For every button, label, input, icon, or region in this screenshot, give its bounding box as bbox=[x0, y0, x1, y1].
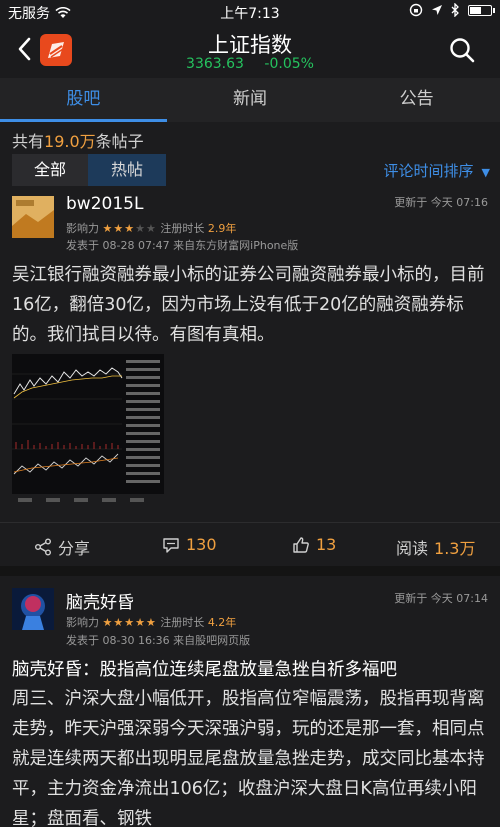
influence-label: 影响力 bbox=[66, 222, 99, 235]
comment-count: 130 bbox=[186, 535, 217, 554]
read-count: 阅读 1.3万 bbox=[396, 535, 475, 559]
dropdown-triangle-icon: ▼ bbox=[481, 166, 490, 179]
avatar[interactable] bbox=[12, 196, 54, 238]
filter-bar: 全部 热帖 评论时间排序 ▼ bbox=[12, 152, 490, 188]
influence-label: 影响力 bbox=[66, 616, 99, 629]
author-influence: 影响力 ★★★★★ 注册时长 4.2年 bbox=[66, 614, 236, 630]
post-updated: 更新于 今天 07:16 bbox=[394, 196, 488, 209]
influence-stars: ★★★ bbox=[102, 222, 136, 235]
post-updated: 更新于 今天 07:14 bbox=[394, 592, 488, 605]
avatar[interactable] bbox=[12, 588, 54, 630]
author-influence: 影响力 ★★★★★ 注册时长 2.9年 bbox=[66, 220, 236, 236]
post-body: 吴江银行融资融券最小标的证券公司融资融券最小标的，目前16亿，翻倍30亿，因为市… bbox=[12, 265, 485, 345]
post-count: 共有19.0万条帖子 bbox=[12, 128, 144, 152]
tab-guba[interactable]: 股吧 bbox=[0, 78, 167, 122]
sort-dropdown[interactable]: 评论时间排序 ▼ bbox=[384, 160, 490, 181]
comment-icon bbox=[163, 537, 179, 553]
bluetooth-icon bbox=[451, 3, 459, 17]
registered-duration: 4.2年 bbox=[207, 616, 237, 629]
filter-all-tab[interactable]: 全部 bbox=[12, 154, 88, 186]
search-icon[interactable] bbox=[448, 36, 476, 64]
tab-bar: 股吧 新闻 公告 bbox=[0, 78, 500, 122]
share-label: 分享 bbox=[58, 539, 91, 558]
index-quote: 3363.63 -0.05% bbox=[0, 56, 500, 72]
post-action-bar: 分享 130 13 阅读 1.3万 bbox=[0, 522, 500, 566]
post-author[interactable]: 脑壳好昏 bbox=[66, 588, 134, 613]
thumbs-up-icon bbox=[293, 536, 309, 553]
index-change: -0.05% bbox=[264, 56, 314, 72]
post-separator bbox=[0, 566, 500, 576]
status-bar: 无服务 上午7:13 bbox=[0, 0, 500, 24]
registered-label: 注册时长 bbox=[160, 222, 205, 235]
post-body: 周三、沪深大盘小幅低开，股指高位窄幅震荡，股指再现背离走势，昨天沪强深弱今天深强… bbox=[12, 689, 485, 827]
post-source: 发表于 08-30 16:36 来自股吧网页版 bbox=[66, 634, 251, 647]
comment-button[interactable]: 130 bbox=[162, 535, 217, 554]
share-button[interactable]: 分享 bbox=[34, 535, 90, 559]
registered-label: 注册时长 bbox=[160, 616, 205, 629]
filter-hot-tab[interactable]: 热帖 bbox=[88, 154, 166, 186]
influence-empty-stars: ★★ bbox=[135, 222, 157, 235]
like-count: 13 bbox=[316, 535, 337, 554]
post-source: 发表于 08-28 07:47 来自东方财富网iPhone版 bbox=[66, 239, 299, 252]
orientation-lock-icon bbox=[409, 3, 423, 17]
post-image[interactable] bbox=[12, 354, 164, 506]
sort-label: 评论时间排序 bbox=[383, 162, 474, 180]
post-count-prefix: 共有 bbox=[12, 132, 45, 151]
battery-icon bbox=[468, 4, 495, 16]
read-number: 1.3万 bbox=[434, 539, 476, 558]
like-button[interactable]: 13 bbox=[292, 535, 336, 554]
registered-duration: 2.9年 bbox=[207, 222, 237, 235]
post-card[interactable]: 脑壳好昏 影响力 ★★★★★ 注册时长 4.2年 发表于 08-30 16:36… bbox=[0, 576, 500, 827]
influence-stars: ★★★★★ bbox=[102, 616, 157, 629]
tab-announcements[interactable]: 公告 bbox=[333, 78, 500, 122]
post-author[interactable]: bw2015L bbox=[66, 194, 143, 214]
post-title[interactable]: 脑壳好昏：股指高位连续尾盘放量急挫自祈多福吧 bbox=[12, 656, 397, 681]
post-count-number: 19.0万 bbox=[44, 132, 96, 151]
location-icon bbox=[432, 5, 442, 15]
post-count-suffix: 条帖子 bbox=[95, 132, 144, 151]
tab-news[interactable]: 新闻 bbox=[167, 78, 334, 122]
page-title: 上证指数 bbox=[208, 33, 292, 57]
index-price: 3363.63 bbox=[186, 56, 244, 72]
navigation-bar: 上证指数 3363.63 -0.05% bbox=[0, 24, 500, 78]
read-label: 阅读 bbox=[396, 539, 429, 558]
share-icon bbox=[35, 538, 51, 556]
